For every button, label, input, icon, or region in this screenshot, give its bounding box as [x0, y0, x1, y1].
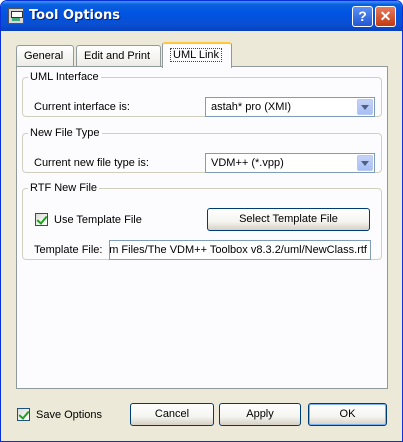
uml-interface-legend: UML Interface — [30, 71, 99, 83]
template-file-input[interactable]: am Files/The VDM++ Toolbox v8.3.2/uml/Ne… — [109, 240, 371, 260]
rtf-new-file-legend: RTF New File — [30, 182, 98, 194]
file-type-select-value: VDM++ (*.vpp) — [211, 157, 284, 169]
chevron-down-icon[interactable] — [357, 99, 373, 115]
use-template-checkbox[interactable] — [35, 213, 48, 226]
template-file-label: Template File: — [34, 244, 103, 256]
template-file-value: am Files/The VDM++ Toolbox v8.3.2/uml/Ne… — [109, 244, 367, 256]
cancel-button[interactable]: Cancel — [130, 403, 214, 426]
title-bar[interactable]: Tool Options ? ✕ — [1, 1, 402, 31]
close-button[interactable]: ✕ — [375, 6, 396, 27]
tab-uml-link[interactable]: UML Link — [162, 42, 232, 68]
interface-select-value: astah* pro (XMI) — [211, 101, 292, 113]
uml-link-panel: UML Interface Current interface is: asta… — [16, 66, 388, 389]
interface-select[interactable]: astah* pro (XMI) — [205, 97, 375, 117]
rtf-new-file-group: RTF New File Use Template File Select Te… — [22, 182, 382, 260]
uml-interface-group: UML Interface Current interface is: asta… — [22, 71, 382, 117]
tab-edit-and-print[interactable]: Edit and Print — [76, 45, 161, 67]
app-icon — [8, 8, 24, 24]
save-options-label[interactable]: Save Options — [36, 409, 102, 421]
dialog-client: General Edit and Print UML Link UML Inte… — [1, 31, 402, 441]
tool-options-window: Tool Options ? ✕ General Edit and Print … — [0, 0, 403, 442]
current-interface-label: Current interface is: — [34, 101, 130, 113]
apply-button-label: Apply — [246, 408, 274, 420]
ok-button-label: OK — [339, 408, 356, 420]
tab-general[interactable]: General — [16, 45, 74, 67]
tab-uml-link-label: UML Link — [170, 48, 223, 62]
cancel-button-label: Cancel — [154, 408, 190, 420]
current-file-type-label: Current new file type is: — [34, 157, 149, 169]
save-options-checkbox[interactable] — [17, 408, 30, 421]
new-file-type-group: New File Type Current new file type is: … — [22, 127, 382, 173]
help-button[interactable]: ? — [352, 6, 373, 27]
select-template-file-button[interactable]: Select Template File — [207, 208, 370, 231]
ok-button[interactable]: OK — [308, 403, 387, 426]
file-type-select[interactable]: VDM++ (*.vpp) — [205, 153, 375, 173]
chevron-down-icon[interactable] — [357, 155, 373, 171]
new-file-type-legend: New File Type — [30, 127, 100, 139]
window-title: Tool Options — [29, 8, 120, 23]
apply-button[interactable]: Apply — [219, 403, 301, 426]
use-template-label[interactable]: Use Template File — [54, 214, 142, 226]
